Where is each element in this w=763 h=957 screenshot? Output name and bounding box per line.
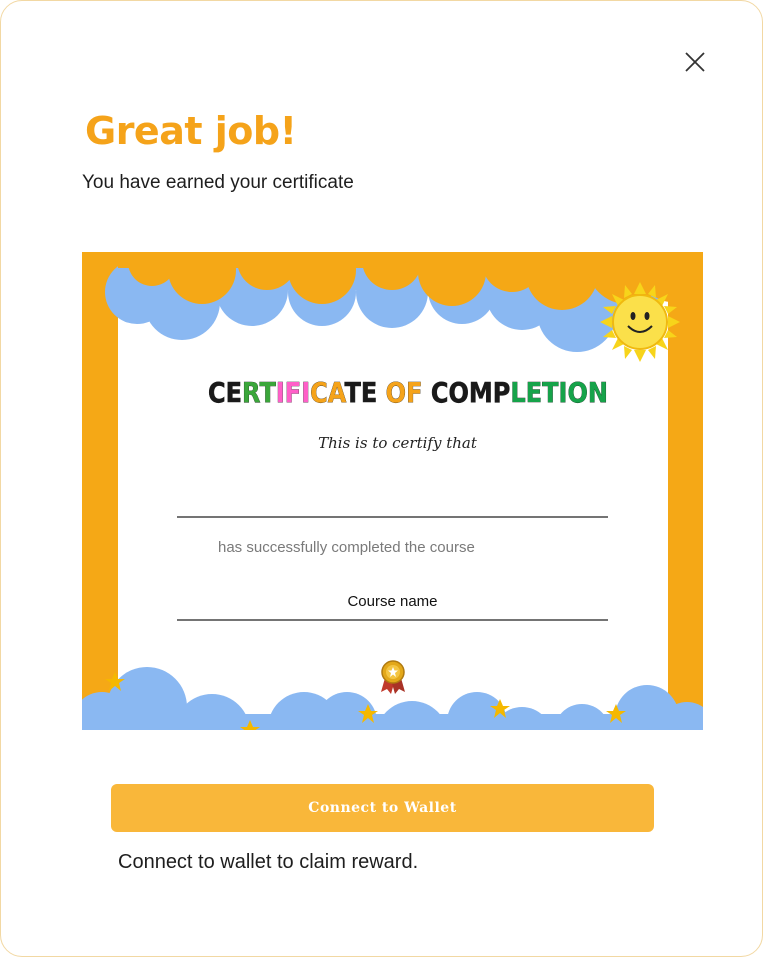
close-icon[interactable] [681,48,709,76]
certificate-heading-part: OF [377,376,431,409]
certificate-heading-part: COMP [431,376,511,409]
certificate-heading-part: CE [208,376,242,409]
certificate-image: CERTIFICATE OF COMPLETION This is to cer… [82,252,703,730]
frame-left [82,252,118,730]
certificate-heading-part: RT [242,376,276,409]
claim-reward-note: Connect to wallet to claim reward. [118,851,419,873]
certify-text: This is to certify that [318,434,477,452]
certificate-heading-part: TE [344,376,377,409]
certificate-heading-part: LETION [510,376,608,409]
dialog-title: Great job! [85,109,297,153]
course-name: Course name [347,593,438,610]
connect-wallet-button[interactable]: Connect to Wallet [111,784,654,832]
completed-course-text: has successfully completed the course [218,539,475,556]
certificate-dialog: Great job! You have earned your certific… [0,0,763,957]
sun-icon [600,282,680,362]
dialog-subtitle: You have earned your certificate [82,172,354,193]
certificate-heading-part: CA [310,376,347,409]
certificate-heading: CERTIFICATE OF COMPLETION [208,376,608,409]
certificate-heading-part: IFI [276,376,310,409]
